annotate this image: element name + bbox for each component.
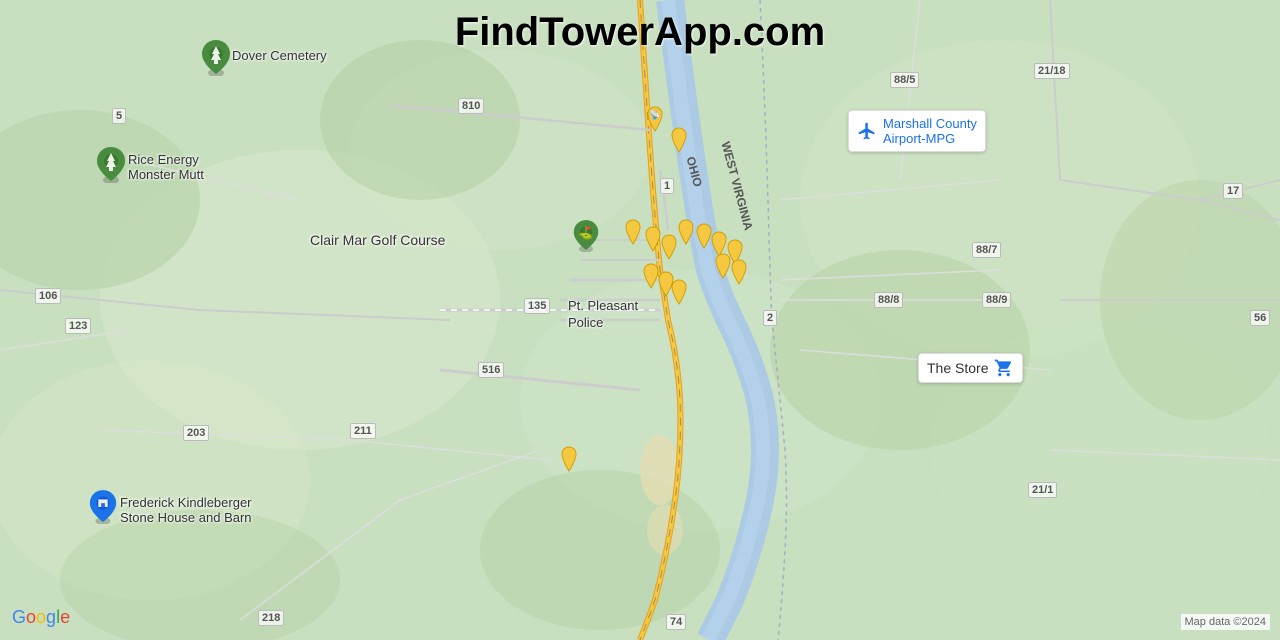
dover-cemetery-pin[interactable] bbox=[200, 38, 232, 81]
road-203: 203 bbox=[183, 425, 209, 441]
road-106: 106 bbox=[35, 288, 61, 304]
road-88-8: 88/8 bbox=[874, 292, 903, 308]
road-21-18: 21/18 bbox=[1034, 63, 1070, 79]
map-container: FindTowerApp.com WEST VIRGINIA OHIO 5 10… bbox=[0, 0, 1280, 640]
road-17: 17 bbox=[1223, 183, 1243, 199]
tower-marker-11[interactable] bbox=[728, 258, 750, 291]
tower-marker-14[interactable] bbox=[668, 278, 690, 311]
the-store-marker[interactable]: The Store bbox=[918, 353, 1023, 383]
airport-label: Marshall CountyAirport-MPG bbox=[883, 116, 977, 146]
google-logo: Google bbox=[12, 607, 70, 628]
road-2: 2 bbox=[763, 310, 777, 326]
tower-marker-2[interactable] bbox=[668, 126, 690, 159]
road-88-5: 88/5 bbox=[890, 72, 919, 88]
kindleberger-pin[interactable] bbox=[88, 488, 118, 529]
plane-icon bbox=[857, 121, 877, 141]
road-810: 810 bbox=[458, 98, 484, 114]
road-74: 74 bbox=[666, 614, 686, 630]
tower-marker-3[interactable] bbox=[622, 218, 644, 251]
road-1: 1 bbox=[660, 178, 674, 194]
road-516: 516 bbox=[478, 362, 504, 378]
golf-course-pin[interactable]: ⛳ bbox=[572, 218, 600, 257]
dover-cemetery-label: Dover Cemetery bbox=[232, 48, 327, 63]
tower-marker-15[interactable] bbox=[558, 445, 580, 478]
road-88-9: 88/9 bbox=[982, 292, 1011, 308]
site-title: FindTowerApp.com bbox=[455, 10, 825, 55]
the-store-label: The Store bbox=[927, 360, 988, 376]
svg-text:📡: 📡 bbox=[649, 109, 660, 120]
road-88-7: 88/7 bbox=[972, 242, 1001, 258]
road-135: 135 bbox=[524, 298, 550, 314]
city-label: Pt. PleasantPolice bbox=[568, 298, 638, 332]
golf-course-label: Clair Mar Golf Course bbox=[310, 232, 445, 248]
road-218: 218 bbox=[258, 610, 284, 626]
cart-icon bbox=[994, 358, 1014, 378]
road-21-1: 21/1 bbox=[1028, 482, 1057, 498]
kindleberger-label: Frederick KindlebergerStone House and Ba… bbox=[120, 495, 252, 525]
map-attribution: Map data ©2024 bbox=[1181, 614, 1271, 630]
road-5: 5 bbox=[112, 108, 126, 124]
road-56: 56 bbox=[1250, 310, 1270, 326]
road-211: 211 bbox=[350, 423, 376, 439]
rice-energy-label: Rice EnergyMonster Mutt bbox=[128, 152, 204, 182]
svg-text:⛳: ⛳ bbox=[578, 225, 593, 241]
road-123: 123 bbox=[65, 318, 91, 334]
tower-marker-1[interactable]: 📡 bbox=[644, 105, 666, 138]
rice-energy-pin[interactable] bbox=[95, 145, 127, 188]
map-background bbox=[0, 0, 1280, 640]
airport-marker[interactable]: Marshall CountyAirport-MPG bbox=[848, 110, 986, 152]
